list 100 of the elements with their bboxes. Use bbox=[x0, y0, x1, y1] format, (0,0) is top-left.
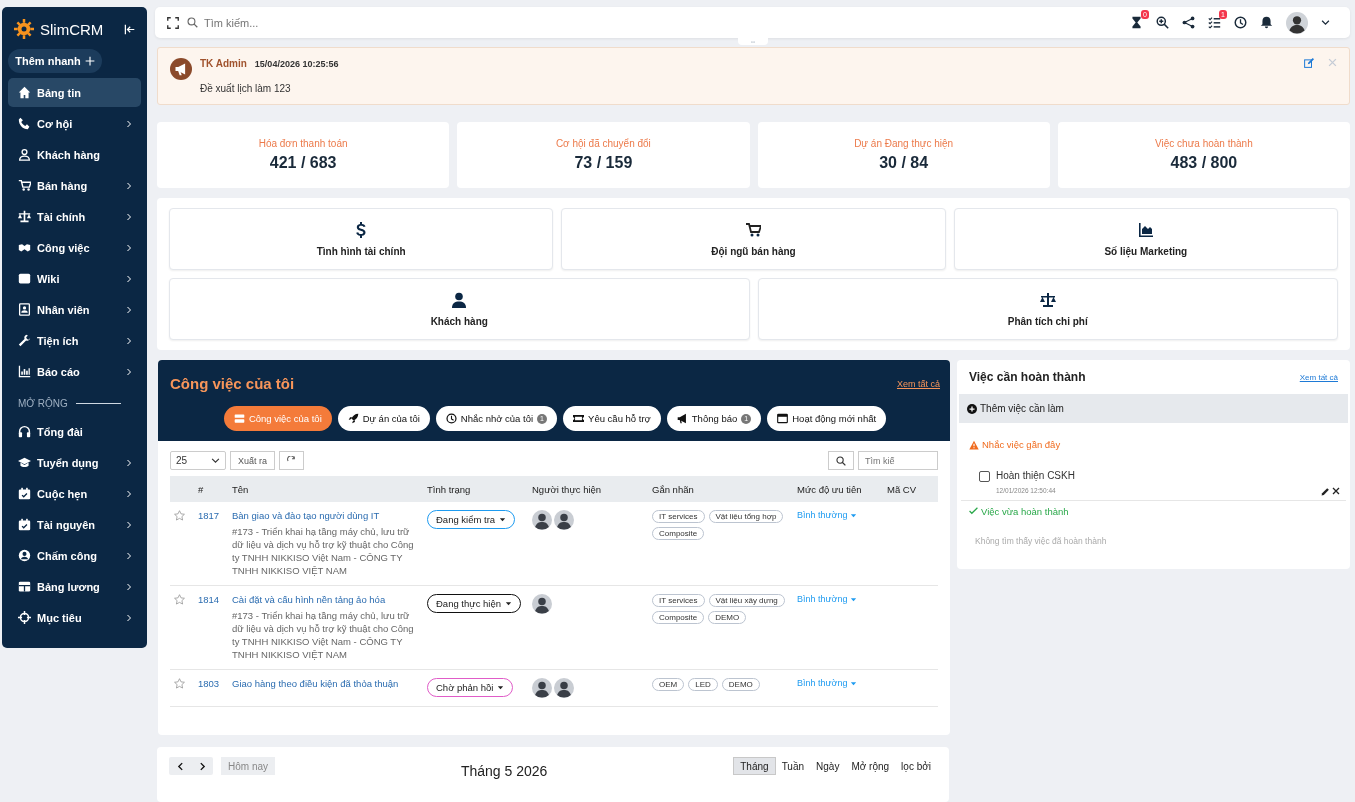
server-icon bbox=[233, 413, 245, 425]
nav-item[interactable]: Chấm công bbox=[8, 541, 141, 570]
star-icon[interactable] bbox=[174, 510, 185, 522]
status-dropdown[interactable]: Đang kiểm tra bbox=[427, 510, 516, 530]
user-avatar bbox=[532, 510, 552, 531]
user-avatar[interactable] bbox=[1286, 11, 1308, 34]
window-icon bbox=[777, 413, 789, 425]
nav-item[interactable]: Tài nguyên bbox=[8, 510, 141, 539]
tab[interactable]: Dự án của tôi bbox=[337, 406, 430, 432]
chevron-right-icon bbox=[125, 212, 133, 221]
panel-title: Việc cần hoàn thành bbox=[969, 370, 1086, 385]
table-icon bbox=[18, 580, 31, 593]
shortcut-card[interactable]: Số liệu Marketing bbox=[953, 208, 1338, 271]
user-avatar bbox=[532, 678, 552, 699]
nav-item[interactable]: Bán hàng bbox=[8, 171, 141, 200]
status-dropdown[interactable]: Chờ phản hồi bbox=[427, 678, 514, 698]
nav-item[interactable]: Tuyển dụng bbox=[8, 448, 141, 477]
caret-icon[interactable] bbox=[1321, 18, 1330, 28]
edit-icon[interactable] bbox=[1304, 58, 1314, 69]
nav-item[interactable]: Mục tiêu bbox=[8, 603, 141, 632]
task-title[interactable]: Cài đặt và cấu hình nền tảng ảo hóa bbox=[232, 594, 386, 606]
hourglass-icon[interactable] bbox=[1130, 16, 1143, 30]
section-heading: Nhắc việc gần đây bbox=[982, 439, 1061, 451]
empty-message: Không tìm thấy việc đã hoàn thành bbox=[974, 535, 1108, 549]
id-card-icon bbox=[18, 303, 31, 316]
nav-item[interactable]: Công việc bbox=[8, 233, 141, 262]
quick-add-button[interactable]: Thêm nhanh bbox=[8, 49, 102, 73]
task-description: #173 - Triển khai hạ tầng máy chủ, lưu trữ dữ liệu và dịch vụ hỗ trợ kỹ thuật cho Công ty TNHH NIKKISO Việt Nam - CÔNG TY TNHH NIKKISO VIỆT NAM bbox=[232, 525, 415, 578]
star-icon[interactable] bbox=[174, 594, 185, 606]
task-title[interactable]: Giao hàng theo điều kiện đã thỏa thuận bbox=[232, 678, 399, 690]
view-button[interactable]: Tuần bbox=[775, 757, 811, 776]
user-avatar bbox=[532, 594, 552, 615]
nav-item[interactable]: Cuộc hẹn bbox=[8, 479, 141, 508]
plus-circle-icon bbox=[967, 403, 977, 414]
fullscreen-icon[interactable] bbox=[167, 16, 179, 29]
stat-value: 483 / 800 bbox=[1170, 154, 1238, 173]
export-button[interactable]: Xuất ra bbox=[230, 451, 276, 471]
author-name: TK Admin bbox=[200, 58, 247, 70]
star-icon[interactable] bbox=[174, 678, 185, 690]
checklist-icon[interactable] bbox=[1208, 16, 1221, 30]
square-icon bbox=[18, 272, 31, 285]
add-todo-button[interactable]: Thêm việc cần làm bbox=[959, 394, 1348, 424]
nav-item[interactable]: Cơ hội bbox=[8, 109, 141, 138]
chevron-right-icon bbox=[125, 367, 133, 376]
timestamp: 15/04/2026 10:25:56 bbox=[254, 58, 339, 69]
chevron-right-icon bbox=[125, 582, 133, 591]
pencil-icon[interactable] bbox=[1321, 487, 1330, 497]
nav-item[interactable]: Khách hàng bbox=[8, 140, 141, 169]
scale-icon bbox=[1039, 291, 1056, 308]
stat-value: 421 / 683 bbox=[269, 154, 337, 173]
search-button[interactable] bbox=[828, 451, 854, 471]
view-button[interactable]: lọc bởi bbox=[895, 757, 937, 776]
view-button[interactable]: Mở rộng bbox=[845, 757, 896, 776]
nav-item[interactable]: Bảng lương bbox=[8, 572, 141, 601]
table-search-field[interactable]: Tìm kiế bbox=[858, 451, 938, 471]
stat-label: Dự án Đang thực hiện bbox=[854, 138, 954, 150]
stat-value: 30 / 84 bbox=[879, 154, 929, 173]
collapse-icon[interactable] bbox=[124, 23, 135, 35]
user-circle-icon bbox=[18, 549, 31, 562]
checkbox[interactable] bbox=[979, 471, 990, 483]
task-title[interactable]: Bàn giao và đào tạo người dùng IT bbox=[232, 510, 380, 522]
stat-label: Việc chưa hoàn thành bbox=[1155, 138, 1253, 150]
close-icon[interactable] bbox=[1332, 487, 1340, 496]
logo-text: SlimCRM bbox=[40, 20, 105, 38]
panel-title: Công việc của tôi bbox=[170, 375, 295, 393]
resize-handle[interactable] bbox=[737, 38, 768, 46]
view-button[interactable]: Ngày bbox=[810, 757, 846, 776]
chevron-left-icon bbox=[175, 761, 185, 771]
nav-item[interactable]: Bảng tin bbox=[8, 78, 141, 107]
page-size-select[interactable]: 25 bbox=[170, 451, 226, 471]
nav-item[interactable]: Báo cáo bbox=[8, 357, 141, 386]
headset-icon bbox=[18, 425, 31, 438]
stat-label: Cơ hội đã chuyển đổi bbox=[555, 138, 651, 150]
zoom-in-icon[interactable] bbox=[1156, 16, 1169, 30]
nav-item[interactable]: Nhân viên bbox=[8, 295, 141, 324]
nav-item[interactable]: Wiki bbox=[8, 264, 141, 293]
shortcut-card[interactable]: Phân tích chi phí bbox=[757, 278, 1338, 341]
search-icon bbox=[836, 455, 846, 466]
share-icon[interactable] bbox=[1182, 16, 1195, 30]
nav-item[interactable]: Tài chính bbox=[8, 202, 141, 231]
graduation-cap-icon bbox=[18, 456, 31, 469]
shortcut-card[interactable]: Tình hình tài chính bbox=[169, 208, 554, 271]
shortcut-card[interactable]: Khách hàng bbox=[169, 278, 750, 341]
view-all-link[interactable]: Xem tất cả bbox=[1299, 372, 1338, 382]
clock-icon bbox=[445, 413, 457, 425]
refresh-button[interactable] bbox=[279, 451, 305, 471]
column-header: Mức độ ưu tiên bbox=[793, 476, 883, 503]
clock-icon[interactable] bbox=[1234, 16, 1247, 30]
shortcut-card[interactable]: Đội ngũ bán hàng bbox=[561, 208, 946, 271]
chevron-right-icon bbox=[125, 551, 133, 560]
view-all-link[interactable]: Xem tất cả bbox=[896, 378, 940, 389]
nav-item[interactable]: Tổng đài bbox=[8, 417, 141, 446]
status-dropdown[interactable]: Đang thực hiện bbox=[427, 594, 521, 614]
bell-icon[interactable] bbox=[1260, 16, 1273, 30]
caret-icon bbox=[850, 679, 858, 687]
tab[interactable]: Yêu cầu hỗ trợ bbox=[563, 406, 661, 432]
nav-item[interactable]: Tiện ích bbox=[8, 326, 141, 355]
wrench-icon bbox=[18, 334, 31, 347]
tab[interactable]: Hoạt động mới nhất bbox=[767, 406, 887, 432]
view-button[interactable]: Tháng bbox=[733, 757, 776, 776]
